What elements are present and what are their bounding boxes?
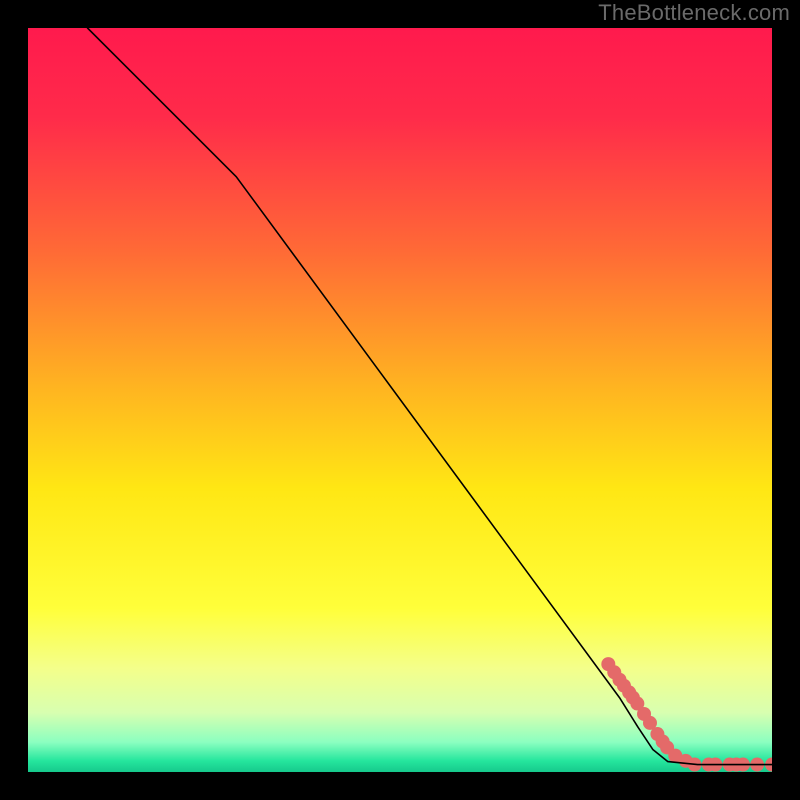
watermark-text: TheBottleneck.com	[598, 0, 790, 26]
bottleneck-chart	[28, 28, 772, 772]
chart-frame: TheBottleneck.com	[0, 0, 800, 800]
